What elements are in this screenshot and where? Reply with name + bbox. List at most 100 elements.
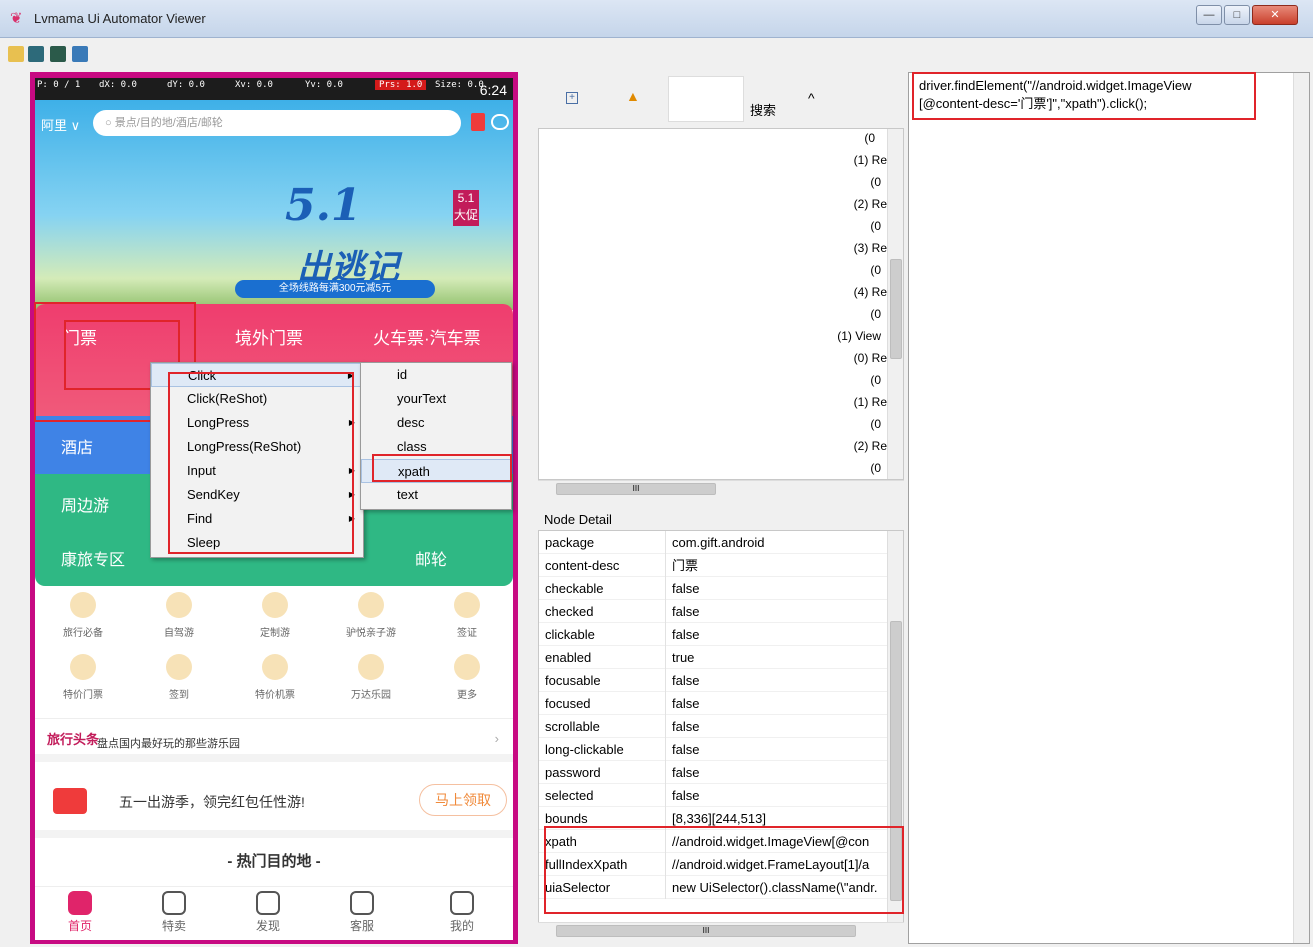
close-button[interactable]: ✕ [1252, 5, 1298, 25]
device-screenshot-icon[interactable] [28, 46, 44, 62]
claim-button[interactable]: 马上领取 [419, 784, 507, 816]
scroll-thumb[interactable]: III [556, 925, 856, 937]
category-train-bus[interactable]: 火车票·汽车票 [373, 324, 481, 349]
search-input[interactable]: ○ 景点/目的地/酒店/邮轮 [93, 110, 461, 136]
menu-item-find[interactable]: Find ▶ [151, 507, 363, 531]
tree-node[interactable]: (2) Re [854, 197, 887, 211]
minimize-button[interactable]: — [1196, 5, 1222, 25]
table-row[interactable]: focused false [539, 692, 887, 715]
save-icon[interactable] [72, 46, 88, 62]
table-row[interactable]: checkable false [539, 577, 887, 600]
tree-node[interactable]: (0 [870, 373, 881, 387]
icon-travel-essentials[interactable]: 旅行必备 [35, 592, 131, 639]
tree-node[interactable]: (1) Re [854, 395, 887, 409]
icon-discount-tickets[interactable]: 特价门票 [35, 654, 131, 701]
category-health[interactable]: 康旅专区 [61, 546, 125, 570]
table-row[interactable]: focusable false [539, 669, 887, 692]
table-row[interactable]: long-clickable false [539, 738, 887, 761]
category-cruise[interactable]: 邮轮 [415, 546, 447, 570]
search-label[interactable]: 搜索 [750, 100, 776, 119]
menu-item-longpress[interactable]: LongPress ▶ [151, 411, 363, 435]
icon-visa[interactable]: 签证 [419, 592, 513, 639]
compressed-screenshot-icon[interactable] [50, 46, 66, 62]
table-row[interactable]: xpath //android.widget.ImageView[@con [539, 830, 887, 853]
table-row[interactable]: checked false [539, 600, 887, 623]
table-row[interactable]: password false [539, 761, 887, 784]
table-row[interactable]: selected false [539, 784, 887, 807]
search-field[interactable] [668, 76, 744, 122]
tree-horizontal-scrollbar[interactable]: III [538, 480, 904, 496]
submenu-item-id[interactable]: id [361, 363, 511, 387]
icon-check-in[interactable]: 签到 [131, 654, 227, 701]
gift-icon[interactable] [471, 113, 485, 131]
tree-node[interactable]: (0 [864, 131, 875, 145]
tree-node[interactable]: (2) Re [854, 439, 887, 453]
tab-discover[interactable]: 发现 [233, 891, 303, 934]
open-folder-icon[interactable] [8, 46, 24, 62]
category-hotel[interactable]: 酒店 [61, 434, 93, 458]
submenu-item-desc[interactable]: desc [361, 411, 511, 435]
tree-node[interactable]: (1) View [837, 329, 881, 343]
table-row[interactable]: enabled true [539, 646, 887, 669]
menu-item-sleep[interactable]: Sleep [151, 531, 363, 555]
hierarchy-tree[interactable]: (0 (1) Re (0 (2) Re (0 (3) Re (0 (4) Re … [538, 128, 904, 480]
message-icon[interactable] [491, 114, 509, 130]
table-row[interactable]: bounds [8,336][244,513] [539, 807, 887, 830]
menu-item-click[interactable]: Click ▶ [151, 363, 363, 387]
generated-code[interactable]: driver.findElement("//android.widget.Ima… [919, 77, 1259, 113]
icon-family-tour[interactable]: 驴悦亲子游 [323, 592, 419, 639]
table-row[interactable]: package com.gift.android [539, 531, 887, 554]
warning-icon[interactable]: ▲ [626, 88, 640, 104]
icon-custom-tour[interactable]: 定制游 [227, 592, 323, 639]
tree-vertical-scrollbar[interactable] [887, 129, 903, 479]
submenu-item-yourtext[interactable]: yourText [361, 387, 511, 411]
table-row[interactable]: scrollable false [539, 715, 887, 738]
tab-mine[interactable]: 我的 [427, 891, 497, 934]
table-row[interactable]: fullIndexXpath //android.widget.FrameLayo… [539, 853, 887, 876]
tree-node[interactable]: (0 [870, 219, 881, 233]
scroll-thumb[interactable]: III [556, 483, 716, 495]
scroll-thumb[interactable] [890, 621, 902, 901]
tree-node[interactable]: (0 [870, 417, 881, 431]
tree-node[interactable]: (4) Re [854, 285, 887, 299]
menu-item-input[interactable]: Input ▶ [151, 459, 363, 483]
city-selector[interactable]: 阿里 ∨ [41, 115, 80, 134]
tab-sale[interactable]: 特卖 [139, 891, 209, 934]
banner[interactable]: 阿里 ∨ ○ 景点/目的地/酒店/邮轮 5.1 出逃记 5.1 大促 全场线路每… [35, 100, 513, 310]
code-vertical-scrollbar[interactable] [1293, 73, 1309, 943]
menu-item-longpress-reshot[interactable]: LongPress(ReShot) [151, 435, 363, 459]
promo-banner[interactable]: 五一出游季，领完红包任性游! 马上领取 [35, 770, 513, 838]
tree-node[interactable]: (0 [870, 263, 881, 277]
detail-vertical-scrollbar[interactable] [887, 531, 903, 925]
icon-wanda-park[interactable]: 万达乐园 [323, 654, 419, 701]
icon-discount-flights[interactable]: 特价机票 [227, 654, 323, 701]
tab-home[interactable]: 首页 [45, 891, 115, 934]
category-overseas-tickets[interactable]: 境外门票 [235, 324, 303, 349]
scroll-thumb[interactable] [890, 259, 902, 359]
maximize-button[interactable]: □ [1224, 5, 1250, 25]
travel-headline[interactable]: 旅行头条 盘点国内最好玩的那些游乐园 › [35, 718, 513, 762]
submenu-item-class[interactable]: class [361, 435, 511, 459]
generated-code-panel[interactable]: driver.findElement("//android.widget.Ima… [908, 72, 1310, 944]
tree-node[interactable]: (0 [870, 175, 881, 189]
table-row[interactable]: clickable false [539, 623, 887, 646]
tab-service[interactable]: 客服 [327, 891, 397, 934]
table-row[interactable]: uiaSelector new UiSelector().className(\"… [539, 876, 887, 899]
category-tickets[interactable]: 门票 [63, 324, 97, 349]
tree-node[interactable]: (0) Re [854, 351, 887, 365]
detail-horizontal-scrollbar[interactable]: III [538, 922, 904, 938]
menu-item-sendkey[interactable]: SendKey ▶ [151, 483, 363, 507]
tree-node[interactable]: (0 [870, 307, 881, 321]
icon-self-drive[interactable]: 自驾游 [131, 592, 227, 639]
tree-node[interactable]: (3) Re [854, 241, 887, 255]
menu-item-click-reshot[interactable]: Click(ReShot) [151, 387, 363, 411]
category-nearby[interactable]: 周边游 [61, 492, 109, 516]
chevron-up-icon[interactable]: ^ [808, 90, 815, 106]
table-row[interactable]: content-desc 门票 [539, 554, 887, 577]
submenu-item-text[interactable]: text [361, 483, 511, 507]
tree-node[interactable]: (0 [870, 461, 881, 475]
icon-more[interactable]: 更多 [419, 654, 513, 701]
expand-all-icon[interactable]: + [566, 92, 578, 104]
submenu-item-xpath[interactable]: xpath [361, 459, 511, 483]
tree-node[interactable]: (1) Re [854, 153, 887, 167]
